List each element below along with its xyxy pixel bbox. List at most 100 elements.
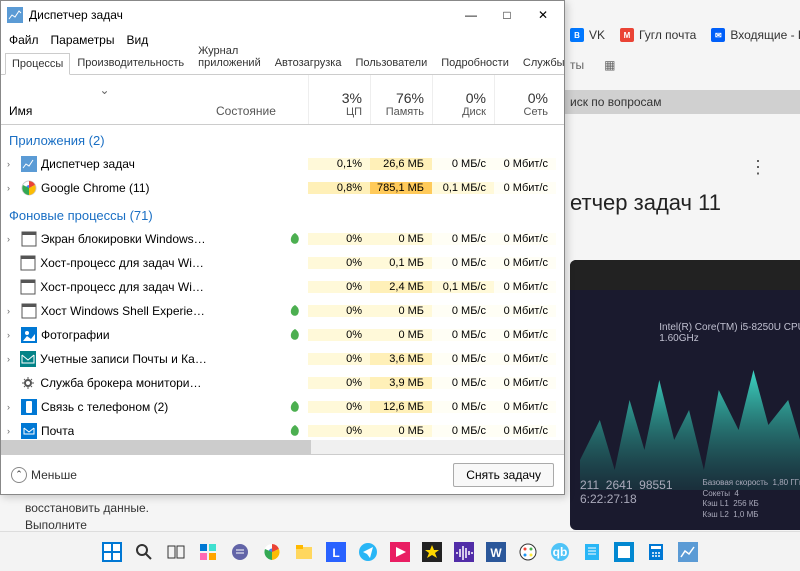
chat-taskbar-icon[interactable] <box>227 539 253 565</box>
menu-item[interactable]: Вид <box>126 33 148 47</box>
process-row[interactable]: ›Google Chrome (11)0,8%785,1 МБ0,1 МБ/с0… <box>1 176 564 200</box>
movie-taskbar-icon[interactable] <box>387 539 413 565</box>
cell: 0 МБ <box>370 305 432 317</box>
paint-taskbar-icon[interactable] <box>515 539 541 565</box>
cell: 0 Мбит/с <box>494 233 556 245</box>
expand-icon[interactable]: › <box>7 234 17 244</box>
widgets-taskbar-icon[interactable] <box>195 539 221 565</box>
expand-icon[interactable]: › <box>7 426 17 436</box>
search-taskbar-icon[interactable] <box>131 539 157 565</box>
process-list[interactable]: Приложения (2)›Диспетчер задач0,1%26,6 М… <box>1 125 564 454</box>
scrollbar-thumb[interactable] <box>1 440 311 454</box>
apps-icon[interactable]: ▦ <box>604 58 615 72</box>
app-icon <box>21 303 37 319</box>
expand-icon[interactable]: › <box>7 330 17 340</box>
browser-tab[interactable]: ✉Входящие - Почте... <box>711 28 800 42</box>
close-button[interactable]: ✕ <box>528 1 558 29</box>
cell: 0 МБ/с <box>432 329 494 341</box>
expand-icon[interactable]: › <box>7 402 17 412</box>
process-name: Фотографии <box>41 328 110 342</box>
tab[interactable]: Автозагрузка <box>268 52 349 74</box>
header-col[interactable]: 76%Память <box>370 75 432 124</box>
titlebar[interactable]: Диспетчер задач — □ ✕ <box>1 1 564 29</box>
toolbar-text: ты <box>570 58 584 72</box>
chevron-down-icon[interactable]: ⌄ <box>99 83 109 97</box>
taskview-taskbar-icon[interactable] <box>163 539 189 565</box>
header-col[interactable]: 3%ЦП <box>308 75 370 124</box>
app2-taskbar-icon[interactable] <box>611 539 637 565</box>
expand-icon[interactable]: › <box>7 354 16 364</box>
browser-toolbar: ты ▦ <box>560 50 800 80</box>
group-header[interactable]: Фоновые процессы (71) <box>1 200 564 227</box>
tm-taskbar-icon[interactable] <box>675 539 701 565</box>
process-row[interactable]: ›Экран блокировки Windows п...0%0 МБ0 МБ… <box>1 227 564 251</box>
cell: 0% <box>308 257 370 269</box>
app-l-taskbar-icon[interactable]: L <box>323 539 349 565</box>
gear-icon <box>20 375 36 391</box>
search-bar[interactable]: иск по вопросам <box>560 90 800 114</box>
end-task-button[interactable]: Снять задачу <box>453 463 554 487</box>
minimize-button[interactable]: — <box>456 1 486 29</box>
tab[interactable]: Производительность <box>70 52 191 74</box>
tg-taskbar-icon[interactable] <box>355 539 381 565</box>
scrollbar[interactable] <box>1 440 564 454</box>
process-row[interactable]: ›Учетные записи Почты и Кален...0%3,6 МБ… <box>1 347 564 371</box>
cell: 0 Мбит/с <box>494 182 556 194</box>
tab[interactable]: Журнал приложений <box>191 40 268 74</box>
browser-tab[interactable]: MГугл почта <box>620 28 696 42</box>
cell: 0 Мбит/с <box>494 257 556 269</box>
header-state[interactable]: Состояние <box>208 75 308 124</box>
cell: 0 Мбит/с <box>494 353 556 365</box>
app-icon <box>21 231 37 247</box>
cell: 0,1 МБ/с <box>432 281 494 293</box>
tm-icon <box>21 156 37 172</box>
header-col[interactable]: 0%Сеть <box>494 75 556 124</box>
word-taskbar-icon[interactable]: W <box>483 539 509 565</box>
calc-taskbar-icon[interactable] <box>643 539 669 565</box>
browser-tab[interactable]: BVK <box>570 28 605 42</box>
expand-icon[interactable]: › <box>7 306 17 316</box>
cell: 0 МБ/с <box>432 158 494 170</box>
cell: 785,1 МБ <box>370 182 432 194</box>
note-taskbar-icon[interactable] <box>579 539 605 565</box>
audio-taskbar-icon[interactable] <box>451 539 477 565</box>
expand-icon[interactable]: › <box>7 183 17 193</box>
process-name: Почта <box>41 424 74 438</box>
process-row[interactable]: ›Диспетчер задач0,1%26,6 МБ0 МБ/с0 Мбит/… <box>1 152 564 176</box>
process-row[interactable]: ›Хост Windows Shell Experience0%0 МБ0 МБ… <box>1 299 564 323</box>
process-row[interactable]: ›Связь с телефоном (2)0%12,6 МБ0 МБ/с0 М… <box>1 395 564 419</box>
tab[interactable]: Подробности <box>434 52 516 74</box>
column-headers: ⌄ Имя Состояние 3%ЦП76%Память0%Диск0%Сет… <box>1 75 564 125</box>
leaf-icon <box>288 232 302 246</box>
qb-taskbar-icon[interactable]: qb <box>547 539 573 565</box>
process-row[interactable]: Хост-процесс для задач Windo...0%2,4 МБ0… <box>1 275 564 299</box>
menu-item[interactable]: Параметры <box>51 33 115 47</box>
chrome-icon <box>21 180 37 196</box>
maximize-button[interactable]: □ <box>492 1 522 29</box>
process-row[interactable]: ›Фотографии0%0 МБ0 МБ/с0 Мбит/с <box>1 323 564 347</box>
chevron-up-icon: ⌃ <box>11 467 27 483</box>
header-name[interactable]: ⌄ Имя <box>1 75 208 124</box>
tab[interactable]: Службы <box>516 52 572 74</box>
chrome-taskbar-icon[interactable] <box>259 539 285 565</box>
more-icon[interactable]: ⋮ <box>746 155 770 179</box>
mail-icon: ✉ <box>711 28 725 42</box>
process-row[interactable]: Хост-процесс для задач Windo...0%0,1 МБ0… <box>1 251 564 275</box>
tab[interactable]: Процессы <box>5 53 70 75</box>
cell: 0 Мбит/с <box>494 425 556 437</box>
tab[interactable]: Пользователи <box>348 52 434 74</box>
process-row[interactable]: Служба брокера мониторинга ...0%3,9 МБ0 … <box>1 371 564 395</box>
page-title: етчер задач 11 <box>570 190 721 216</box>
header-col[interactable]: 0%Диск <box>432 75 494 124</box>
gmail-icon: M <box>620 28 634 42</box>
menu-item[interactable]: Файл <box>9 33 39 47</box>
star-taskbar-icon[interactable] <box>419 539 445 565</box>
group-header[interactable]: Приложения (2) <box>1 125 564 152</box>
tab-label: VK <box>589 28 605 42</box>
cell: 0% <box>308 233 370 245</box>
start-taskbar-icon[interactable] <box>99 539 125 565</box>
fewer-details-button[interactable]: ⌃ Меньше <box>11 467 77 483</box>
cell: 0% <box>308 281 370 293</box>
expand-icon[interactable]: › <box>7 159 17 169</box>
explorer-taskbar-icon[interactable] <box>291 539 317 565</box>
